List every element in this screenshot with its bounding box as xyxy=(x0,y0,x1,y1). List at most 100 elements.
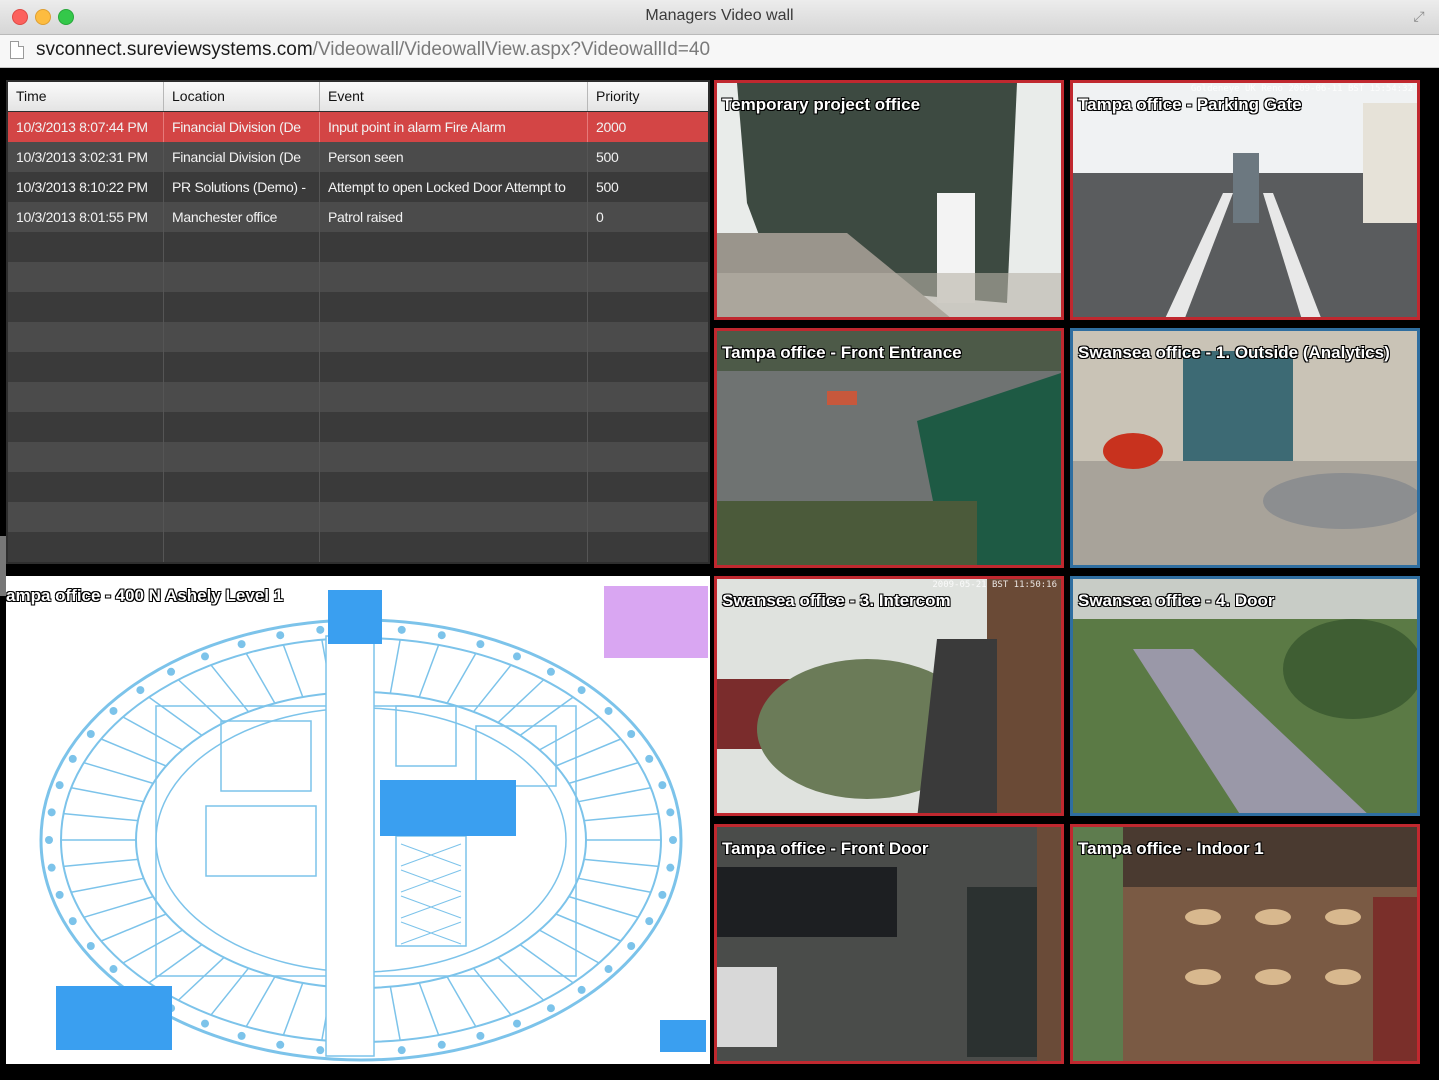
event-time: 10/3/2013 3:02:31 PM xyxy=(8,142,164,172)
table xyxy=(1325,909,1361,925)
event-row-alarm[interactable]: 10/3/2013 8:07:44 PM Financial Division (… xyxy=(8,112,708,142)
office-wall xyxy=(177,679,225,724)
empty-cell xyxy=(8,232,164,262)
column xyxy=(237,1031,246,1040)
office-wall xyxy=(210,967,250,1016)
office-wall xyxy=(578,877,651,894)
camera-tile[interactable]: Tampa office - Front Door xyxy=(714,824,1064,1064)
gate-post xyxy=(1233,153,1259,223)
black-van xyxy=(717,867,897,937)
camera-tile[interactable]: Tampa office - Parking Gate Goldeneye UK … xyxy=(1070,80,1420,320)
event-time: 10/3/2013 8:07:44 PM xyxy=(8,112,164,142)
camera-label: Temporary project office xyxy=(722,95,921,114)
office-wall xyxy=(148,944,203,984)
column xyxy=(201,1019,209,1028)
empty-cell xyxy=(8,352,164,382)
column xyxy=(68,754,77,763)
bush xyxy=(1283,619,1417,719)
silver-car xyxy=(1263,473,1417,529)
camera-feed xyxy=(1073,83,1417,317)
zone-southwest xyxy=(56,986,172,1050)
column xyxy=(167,667,176,676)
empty-cell xyxy=(8,322,164,352)
office-wall xyxy=(83,895,154,919)
office-wall xyxy=(122,929,183,964)
event-row[interactable]: 10/3/2013 8:01:55 PM Manchester office Pat… xyxy=(8,202,708,232)
column xyxy=(604,706,613,715)
event-priority: 2000 xyxy=(596,119,626,135)
office-wall xyxy=(148,696,203,736)
column xyxy=(513,1019,521,1028)
office-wall xyxy=(519,944,574,984)
column xyxy=(276,1040,285,1049)
zone-north xyxy=(328,590,382,644)
camera-tile[interactable]: Swansea office - 4. Door xyxy=(1070,576,1420,816)
office-wall xyxy=(497,956,545,1001)
office-wall xyxy=(418,982,440,1036)
empty-cell xyxy=(588,532,708,562)
camera-feed xyxy=(717,827,1061,1061)
office-wall xyxy=(282,982,304,1036)
column xyxy=(201,652,209,661)
camera-tile[interactable]: Tampa office - Indoor 1 xyxy=(1070,824,1420,1064)
event-row[interactable]: 10/3/2013 8:10:22 PM PR Solutions (Demo) … xyxy=(8,172,708,202)
column-header-event[interactable]: Event xyxy=(320,82,588,111)
table xyxy=(1185,969,1221,985)
empty-cell xyxy=(320,382,588,412)
event-rows: 10/3/2013 8:07:44 PM Financial Division (… xyxy=(8,112,708,562)
office-wall xyxy=(472,967,512,1016)
column xyxy=(669,836,677,844)
empty-cell xyxy=(320,232,588,262)
camera-tile[interactable]: Swansea office - 1. Outside (Analytics) xyxy=(1070,328,1420,568)
floor-plan-drawing[interactable] xyxy=(6,576,710,1064)
camera-label: Tampa office - Front Door xyxy=(722,839,929,858)
fullscreen-icon[interactable]: ⤢ xyxy=(1411,8,1427,24)
column-header-location[interactable]: Location xyxy=(164,82,320,111)
event-priority: 500 xyxy=(596,179,619,195)
floor-map-title: ampa office - 400 N Ashely Level 1 xyxy=(6,586,284,605)
empty-cell xyxy=(164,322,320,352)
empty-cell xyxy=(8,532,164,562)
column-header-time[interactable]: Time xyxy=(8,82,164,111)
column xyxy=(577,686,586,695)
office-wall xyxy=(418,644,440,698)
empty-cell xyxy=(8,472,164,502)
event-row[interactable]: 10/3/2013 3:02:31 PM Financial Division (… xyxy=(8,142,708,172)
column xyxy=(109,706,118,715)
camera-tile[interactable]: Tampa office - Front Entrance xyxy=(714,328,1064,568)
office-wall xyxy=(389,986,401,1041)
empty-cell xyxy=(164,352,320,382)
floor-map[interactable]: ampa office - 400 N Ashely Level 1 xyxy=(6,576,710,1064)
column xyxy=(397,1046,406,1055)
column xyxy=(47,808,56,817)
event-row-empty xyxy=(8,262,708,292)
office-wall xyxy=(539,929,600,964)
office-wall xyxy=(519,696,574,736)
camera-feed xyxy=(717,331,1061,565)
address-bar[interactable]: svconnect.sureviewsystems.com/Videowall/… xyxy=(0,35,1439,68)
column xyxy=(136,686,145,695)
camera-tile[interactable]: Temporary project office xyxy=(714,80,1064,320)
camera-feed xyxy=(717,579,1061,813)
camera-tile[interactable]: Swansea office - 3. Intercom 2009-05-21 B… xyxy=(714,576,1064,816)
table xyxy=(1255,969,1291,985)
column xyxy=(437,1040,446,1049)
column xyxy=(109,965,118,974)
column xyxy=(658,890,667,899)
column xyxy=(666,863,675,872)
column xyxy=(476,1031,485,1040)
empty-cell xyxy=(8,262,164,292)
office-wall xyxy=(539,716,600,751)
camera-timestamp: Goldeneye UK Reno 2009-06-11 BST 15:54:3… xyxy=(1190,84,1413,94)
column-header-priority[interactable]: Priority xyxy=(588,82,708,111)
event-row-empty xyxy=(8,502,708,532)
column xyxy=(86,730,95,738)
column xyxy=(55,890,64,899)
ground xyxy=(717,273,1061,317)
camera-label: Swansea office - 3. Intercom xyxy=(722,591,951,610)
url-text[interactable]: svconnect.sureviewsystems.com/Videowall/… xyxy=(36,39,710,61)
camera-feed xyxy=(1073,331,1417,565)
empty-cell xyxy=(320,352,588,382)
office-wall xyxy=(245,653,276,704)
zone-southeast xyxy=(660,1020,706,1052)
